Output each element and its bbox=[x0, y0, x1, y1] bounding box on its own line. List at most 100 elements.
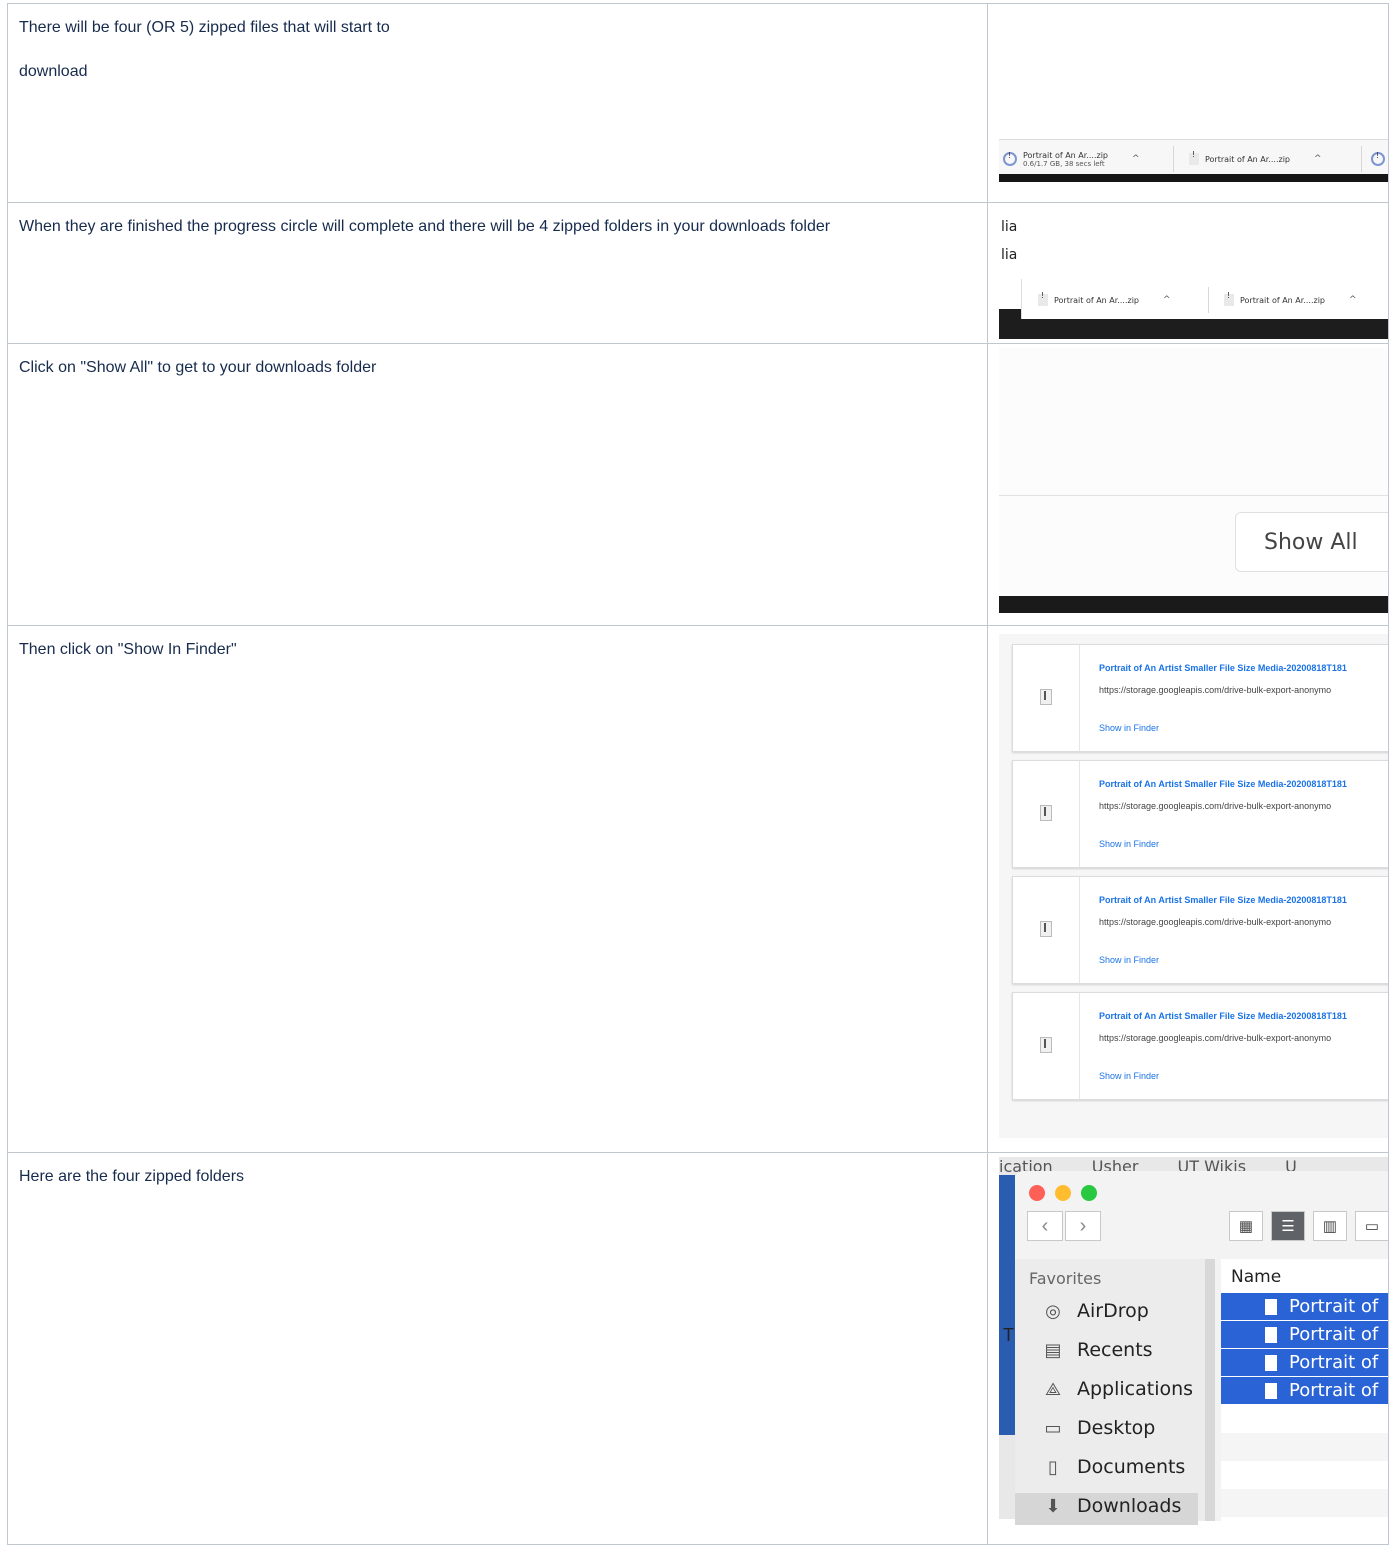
sidebar-item-label: Applications bbox=[1077, 1378, 1194, 1400]
zip-file-icon bbox=[1040, 1037, 1052, 1053]
download-chip[interactable] bbox=[1371, 148, 1388, 170]
instruction-text: Click on "Show All" to get to your downl… bbox=[19, 359, 377, 376]
download-filename: Portrait of An Ar....zip bbox=[1054, 295, 1139, 305]
download-bar-complete-screenshot: lia lia Portrait of An Ar....zip ^ Portr… bbox=[999, 211, 1388, 339]
download-card: Portrait of An Artist Smaller File Size … bbox=[1012, 992, 1388, 1100]
download-chip[interactable]: Portrait of An Ar....zip ^ bbox=[1038, 289, 1171, 311]
download-chip[interactable]: Portrait of An Ar....zip 0.6/1.7 GB, 38 … bbox=[1003, 148, 1140, 170]
download-title-link[interactable]: Portrait of An Artist Smaller File Size … bbox=[1099, 779, 1347, 789]
page-background bbox=[999, 348, 1388, 613]
sidebar-scrollbar[interactable] bbox=[1205, 1259, 1215, 1521]
file-row-selected[interactable]: Portrait of bbox=[1221, 1293, 1388, 1320]
screenshot-cell: ication Usher UT Wikis U T ‹ › ▦ ☰ ▥ ▭ F… bbox=[987, 1152, 1389, 1545]
show-all-button[interactable]: Show All bbox=[1235, 512, 1388, 572]
sidebar-item-applications[interactable]: ⟁ Applications bbox=[1041, 1377, 1193, 1401]
instruction-text: Then click on "Show In Finder" bbox=[19, 641, 237, 658]
sidebar-item-label: Documents bbox=[1077, 1456, 1186, 1478]
show-all-screenshot: Show All bbox=[999, 348, 1388, 613]
instruction-cell: Then click on "Show In Finder" bbox=[7, 625, 988, 1153]
zip-file-icon bbox=[1224, 291, 1234, 306]
zip-file-icon bbox=[1265, 1326, 1277, 1343]
airdrop-icon: ◎ bbox=[1045, 1300, 1061, 1322]
show-in-finder-link[interactable]: Show in Finder bbox=[1099, 955, 1159, 965]
table-row: Then click on "Show In Finder" Portrait … bbox=[7, 625, 1389, 1153]
file-name: Portrait of bbox=[1289, 1380, 1379, 1401]
sidebar-item-label: Desktop bbox=[1077, 1417, 1156, 1439]
grid-icon: ▦ bbox=[1238, 1218, 1254, 1235]
column-view-button[interactable]: ▥ bbox=[1313, 1211, 1347, 1241]
download-title-link[interactable]: Portrait of An Artist Smaller File Size … bbox=[1099, 1011, 1347, 1021]
zip-file-icon bbox=[1040, 921, 1052, 937]
download-title-link[interactable]: Portrait of An Artist Smaller File Size … bbox=[1099, 895, 1347, 905]
finder-window: ‹ › ▦ ☰ ▥ ▭ Favorites ◎ AirDrop ▤ Recent… bbox=[1015, 1171, 1388, 1525]
card-icon-column bbox=[1013, 761, 1080, 867]
zip-file-icon bbox=[1040, 689, 1052, 705]
download-card: Portrait of An Artist Smaller File Size … bbox=[1012, 644, 1388, 752]
divider bbox=[1173, 146, 1174, 172]
progress-circle-icon bbox=[1371, 151, 1385, 166]
dark-background bbox=[999, 596, 1388, 613]
file-row-selected[interactable]: Portrait of bbox=[1221, 1349, 1388, 1376]
chevron-up-icon[interactable]: ^ bbox=[1349, 295, 1357, 305]
table-row: There will be four (OR 5) zipped files t… bbox=[7, 3, 1389, 203]
zip-file-icon bbox=[1265, 1354, 1277, 1371]
chevron-left-icon: ‹ bbox=[1041, 1214, 1049, 1237]
instruction-text: download bbox=[19, 63, 88, 80]
file-name: Portrait of bbox=[1289, 1352, 1379, 1373]
list-icon: ☰ bbox=[1281, 1218, 1295, 1235]
download-card: Portrait of An Artist Smaller File Size … bbox=[1012, 876, 1388, 984]
sidebar-item-label: Downloads bbox=[1077, 1495, 1182, 1517]
instruction-cell: There will be four (OR 5) zipped files t… bbox=[7, 3, 988, 203]
applications-icon: ⟁ bbox=[1044, 1378, 1062, 1400]
download-card: Portrait of An Artist Smaller File Size … bbox=[1012, 760, 1388, 868]
text-fragment: lia bbox=[1001, 219, 1018, 235]
name-column-header[interactable]: Name bbox=[1231, 1267, 1281, 1287]
empty-row bbox=[1221, 1433, 1388, 1461]
download-status: 0.6/1.7 GB, 38 secs left bbox=[1023, 159, 1105, 168]
sidebar-item-airdrop[interactable]: ◎ AirDrop bbox=[1041, 1299, 1149, 1323]
minimize-window-button[interactable] bbox=[1055, 1185, 1071, 1201]
card-icon-column bbox=[1013, 993, 1080, 1099]
file-name: Portrait of bbox=[1289, 1296, 1379, 1317]
download-title-link[interactable]: Portrait of An Artist Smaller File Size … bbox=[1099, 663, 1347, 673]
chevron-up-icon[interactable]: ^ bbox=[1163, 295, 1171, 305]
file-row-selected[interactable]: Portrait of bbox=[1221, 1377, 1388, 1404]
documents-icon: ▯ bbox=[1048, 1456, 1058, 1478]
chevron-up-icon[interactable]: ^ bbox=[1132, 154, 1140, 164]
chevron-up-icon[interactable]: ^ bbox=[1314, 154, 1322, 164]
sidebar-item-downloads[interactable]: ⬇ Downloads bbox=[1041, 1494, 1181, 1518]
gallery-view-button[interactable]: ▭ bbox=[1355, 1211, 1388, 1241]
recents-icon: ▤ bbox=[1044, 1339, 1062, 1361]
close-window-button[interactable] bbox=[1029, 1185, 1045, 1201]
back-button[interactable]: ‹ bbox=[1027, 1211, 1063, 1241]
show-in-finder-link[interactable]: Show in Finder bbox=[1099, 723, 1159, 733]
download-url: https://storage.googleapis.com/drive-bul… bbox=[1099, 917, 1332, 927]
instructions-table: There will be four (OR 5) zipped files t… bbox=[7, 3, 1389, 1545]
sidebar-item-desktop[interactable]: ▭ Desktop bbox=[1041, 1416, 1155, 1440]
card-icon-column bbox=[1013, 645, 1080, 751]
sidebar-item-label: AirDrop bbox=[1077, 1300, 1149, 1322]
desktop-icon: ▭ bbox=[1044, 1417, 1062, 1439]
sidebar-item-recents[interactable]: ▤ Recents bbox=[1041, 1338, 1153, 1362]
download-chip[interactable]: Portrait of An Ar....zip ^ bbox=[1224, 289, 1357, 311]
screenshot-cell: Portrait of An Artist Smaller File Size … bbox=[987, 625, 1389, 1153]
download-url: https://storage.googleapis.com/drive-bul… bbox=[1099, 1033, 1332, 1043]
screenshot-cell: Portrait of An Ar....zip 0.6/1.7 GB, 38 … bbox=[987, 3, 1389, 203]
zoom-window-button[interactable] bbox=[1081, 1185, 1097, 1201]
show-in-finder-link[interactable]: Show in Finder bbox=[1099, 839, 1159, 849]
sidebar-item-label: Recents bbox=[1077, 1339, 1153, 1361]
download-chip[interactable]: Portrait of An Ar....zip ^ bbox=[1189, 148, 1322, 170]
show-in-finder-link[interactable]: Show in Finder bbox=[1099, 1071, 1159, 1081]
file-name: Portrait of bbox=[1289, 1324, 1379, 1345]
list-view-button[interactable]: ☰ bbox=[1271, 1211, 1305, 1241]
sidebar-item-documents[interactable]: ▯ Documents bbox=[1041, 1455, 1185, 1479]
instruction-cell: Click on "Show All" to get to your downl… bbox=[7, 343, 988, 626]
instruction-cell: When they are finished the progress circ… bbox=[7, 202, 988, 344]
file-row-selected[interactable]: Portrait of bbox=[1221, 1321, 1388, 1348]
table-row: Click on "Show All" to get to your downl… bbox=[7, 343, 1389, 626]
icon-view-button[interactable]: ▦ bbox=[1229, 1211, 1263, 1241]
forward-button[interactable]: › bbox=[1065, 1211, 1101, 1241]
progress-circle-icon bbox=[1003, 151, 1017, 166]
chevron-right-icon: › bbox=[1079, 1214, 1087, 1237]
zip-file-icon bbox=[1265, 1382, 1277, 1399]
